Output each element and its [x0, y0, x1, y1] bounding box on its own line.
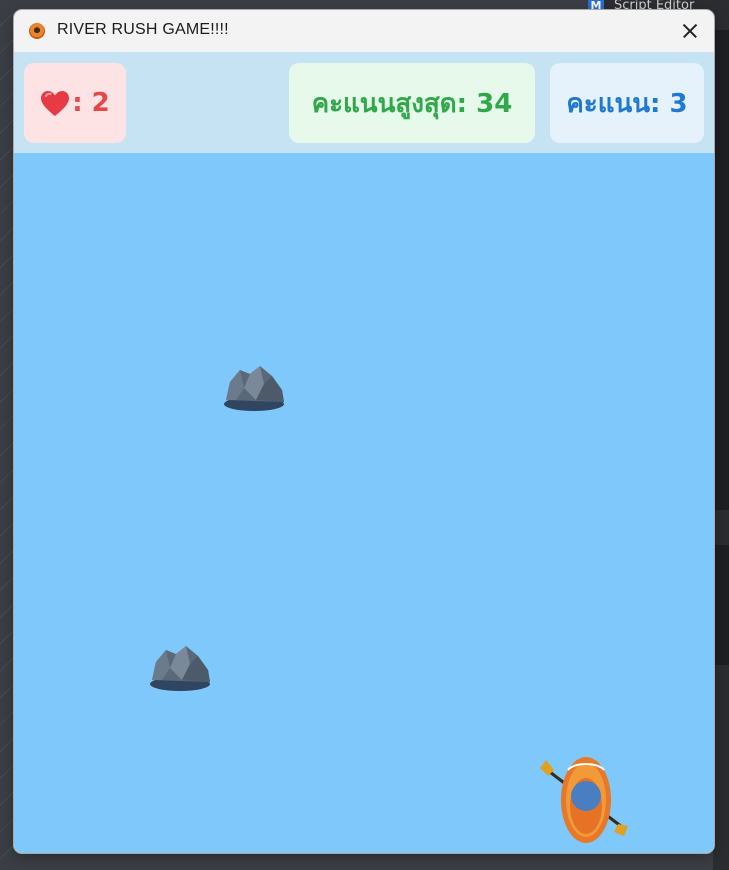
player-boat[interactable] — [538, 756, 630, 848]
score-text: คะแนน: 3 — [566, 88, 688, 119]
high-score-card: คะแนนสูงสุด: 34 — [289, 63, 535, 143]
high-score-text: คะแนนสูงสุด: 34 — [311, 88, 513, 119]
lives-count: : 2 — [72, 88, 110, 118]
title-bar: RIVER RUSH GAME!!!! — [14, 10, 714, 52]
heart-icon — [40, 90, 70, 118]
score-card: คะแนน: 3 — [550, 63, 704, 143]
hud-bar: : 2 คะแนนสูงสุด: 34 คะแนน: 3 — [14, 52, 714, 153]
boat-game-icon — [29, 23, 45, 39]
window-title: RIVER RUSH GAME!!!! — [57, 21, 229, 38]
background-code-panel — [713, 30, 729, 510]
river-play-area[interactable] — [14, 153, 714, 853]
game-window: RIVER RUSH GAME!!!! : 2 คะแนนสูงสุด: 34 … — [14, 10, 714, 853]
rock-obstacle — [150, 646, 210, 691]
background-code-panel-2 — [713, 545, 729, 665]
rock-obstacle — [224, 366, 284, 411]
close-button[interactable] — [664, 10, 714, 52]
lives-card: : 2 — [24, 63, 126, 143]
desktop-grid-background — [0, 0, 14, 870]
